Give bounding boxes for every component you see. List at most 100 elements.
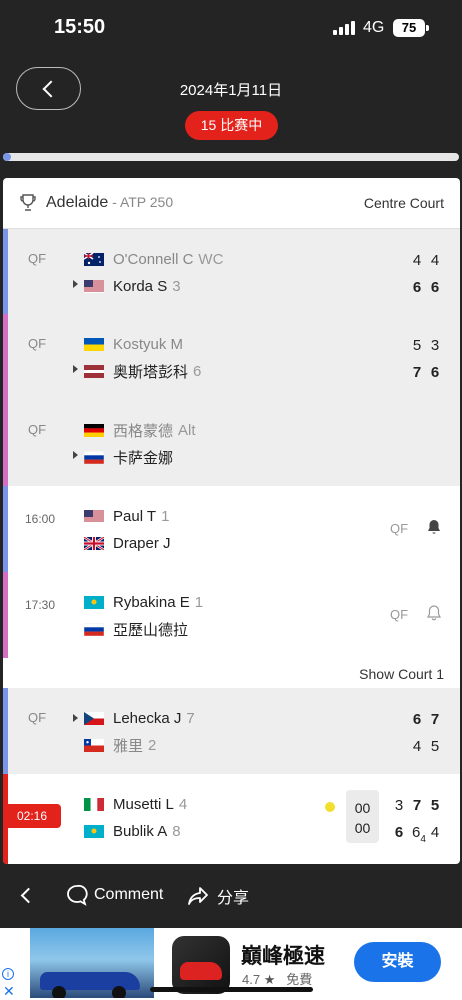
serving-ball-icon (325, 802, 335, 812)
player-row: Korda S 3 (84, 275, 181, 297)
set-score: 64 (412, 824, 426, 845)
player-name: Lehecka J (113, 709, 182, 727)
flag-chile (84, 738, 104, 752)
ad-app-title: 巔峰極速 (241, 945, 325, 968)
share-button[interactable]: 分享 (187, 884, 249, 908)
player-seed: 1 (194, 593, 204, 611)
tournament-header[interactable]: Adelaide - ATP 250 Centre Court (3, 178, 460, 228)
player-name: Rybakina E (113, 593, 190, 611)
match-row[interactable]: QF Lehecka J 7 雅里 2 67 45 (3, 688, 460, 774)
tournament-card: Adelaide - ATP 250 Centre Court QF O'Con… (3, 178, 460, 864)
status-time: 15:50 (54, 16, 106, 38)
flag-latvia (84, 364, 104, 378)
court-name: Centre Court (363, 195, 444, 211)
network-type: 4G (363, 19, 385, 36)
comment-bubble-icon (67, 884, 88, 906)
winner-arrow-icon (73, 714, 78, 722)
info-icon[interactable]: i (2, 968, 14, 980)
match-round: QF (28, 422, 47, 437)
battery-icon: 75 (393, 19, 425, 37)
flag-ukraine (84, 337, 104, 351)
score-set-row: 375 (394, 797, 440, 814)
player-row: Kostyuk M (84, 333, 188, 355)
set-score: 4 (430, 252, 440, 269)
tournament-name: Adelaide - ATP 250 (46, 194, 174, 211)
page-date: 2024年1月11日 (179, 82, 283, 99)
set-score: 4 (412, 738, 422, 755)
match-row[interactable]: 16:00 Paul T 1 Draper J QF (3, 486, 460, 572)
winner-arrow-icon (73, 451, 78, 459)
match-row-live[interactable]: 02:16 Musetti L 4 Bublik A 8 00 00 375 6… (3, 774, 460, 864)
comment-button[interactable]: Comment (66, 884, 163, 906)
set-score: 7 (412, 797, 422, 814)
flag-russia (84, 622, 104, 636)
set-score: 6 (412, 711, 422, 728)
flag-usa (84, 509, 104, 523)
game-score: 00 (354, 800, 371, 816)
player-seed: 1 (161, 507, 170, 525)
ad-rating: 4.7 ★ 免費 (242, 972, 313, 987)
category-stripe (3, 486, 8, 572)
close-icon[interactable]: ✕ (3, 983, 15, 1000)
flag-australia (84, 252, 104, 266)
date-scrollbar[interactable] (3, 153, 459, 161)
set-score: 5 (430, 797, 440, 814)
score-set-row: 44 (412, 252, 440, 269)
flag-italy (84, 797, 104, 811)
match-row[interactable]: QF Kostyuk M 奥斯塔彭科 6 53 76 (3, 314, 460, 400)
player-name: 西格蒙德 (113, 422, 174, 440)
flag-czech (84, 711, 104, 725)
header: 2024年1月11日 15 比赛中 (0, 56, 462, 166)
player-seed: 3 (172, 277, 181, 295)
flag-kazakhstan (84, 595, 104, 609)
player-seed: Alt (178, 421, 196, 439)
set-score: 5 (412, 337, 422, 354)
player-row: 雅里 2 (84, 734, 156, 756)
player-name: 亞歷山德拉 (113, 621, 189, 639)
category-stripe (3, 400, 8, 486)
set-score: 5 (430, 738, 440, 755)
category-stripe (3, 688, 8, 774)
match-round: QF (28, 251, 47, 266)
ad-image[interactable] (30, 928, 154, 998)
match-row[interactable]: QF O'Connell C WC Korda S 3 44 66 (3, 228, 460, 314)
flag-russia (84, 450, 104, 464)
match-row[interactable]: QF 西格蒙德 Alt 卡萨金娜 (3, 400, 460, 486)
set-score: 7 (430, 711, 440, 728)
player-name: Korda S (113, 277, 168, 295)
player-seed: 2 (148, 736, 157, 754)
tiebreak-score: 4 (420, 834, 426, 845)
player-row: O'Connell C WC (84, 248, 223, 270)
set-score: 4 (412, 252, 422, 269)
category-stripe (3, 314, 8, 400)
set-score: 3 (394, 797, 404, 814)
scrollbar-thumb[interactable] (3, 153, 11, 161)
flag-germany (84, 423, 104, 437)
bell-filled-icon[interactable] (427, 519, 441, 535)
match-row[interactable]: 17:30 Rybakina E 1 亞歷山德拉 QF (3, 572, 460, 658)
live-count-button[interactable]: 15 比赛中 (185, 111, 278, 140)
set-score: 6 (430, 279, 440, 296)
flag-kazakhstan (84, 824, 104, 838)
trophy-icon (20, 194, 36, 211)
player-row: Lehecka J 7 (84, 707, 195, 729)
tournament-category: - ATP 250 (108, 194, 174, 210)
player-row: Bublik A 8 (84, 820, 181, 842)
score-set-row: 6 64 4 (394, 824, 440, 845)
player-seed: 6 (193, 362, 202, 380)
player-name: O'Connell C (113, 250, 194, 268)
player-row: 卡萨金娜 (84, 446, 178, 468)
bell-outline-icon[interactable] (427, 605, 441, 621)
category-stripe (3, 229, 8, 314)
score-set-row: 76 (412, 364, 440, 381)
player-seed: WC (198, 250, 224, 268)
back-chevron-icon[interactable] (20, 887, 37, 904)
score-set-row: 45 (412, 738, 440, 755)
install-button[interactable]: 安裝 (354, 942, 441, 982)
app-icon[interactable] (172, 936, 230, 994)
winner-arrow-icon (73, 365, 78, 373)
match-round: QF (390, 607, 409, 622)
player-seed: 4 (178, 795, 188, 813)
flag-uk (84, 536, 104, 550)
share-arrow-icon (188, 887, 208, 905)
